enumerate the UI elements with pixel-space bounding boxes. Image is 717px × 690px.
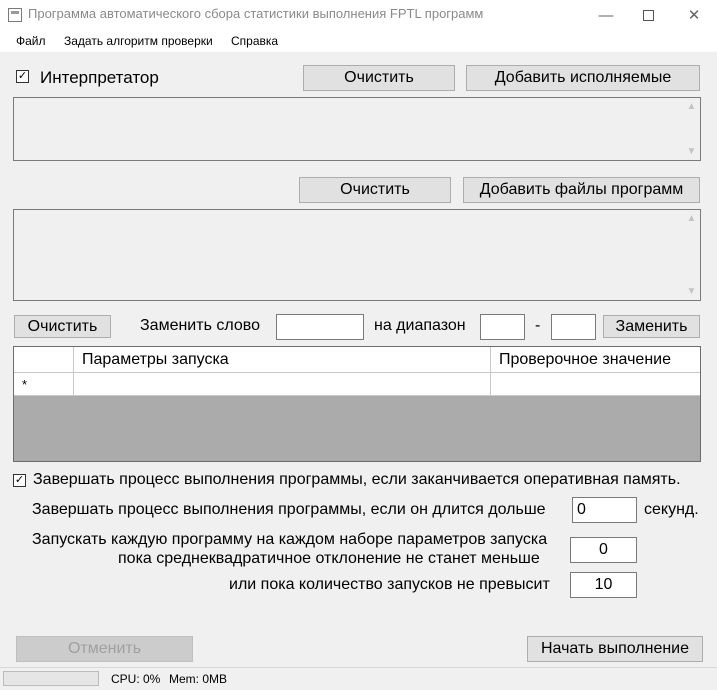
range-dash: - bbox=[535, 317, 541, 334]
range-label: на диапазон bbox=[374, 317, 466, 334]
timeout-label: Завершать процесс выполнения программы, … bbox=[32, 501, 546, 518]
clear-params-button[interactable]: Очистить bbox=[14, 315, 111, 338]
cpu-usage: CPU: 0% bbox=[111, 672, 161, 686]
start-execution-button[interactable]: Начать выполнение bbox=[527, 636, 703, 662]
replace-word-label: Заменить слово bbox=[140, 317, 260, 334]
menu-set-check-algorithm[interactable]: Задать алгоритм проверки bbox=[64, 34, 213, 48]
scroll-down-icon[interactable]: ▼ bbox=[683, 283, 700, 300]
add-program-files-button[interactable]: Добавить файлы программ bbox=[463, 177, 700, 203]
repeat-label-line1: Запускать каждую программу на каждом наб… bbox=[32, 531, 548, 548]
range-from-input[interactable] bbox=[480, 314, 525, 340]
interpreters-scrollbar[interactable]: ▲ ▼ bbox=[683, 98, 700, 160]
clear-programs-button[interactable]: Очистить bbox=[299, 177, 451, 203]
stddev-input[interactable]: 0 bbox=[570, 537, 637, 563]
timeout-unit: секунд. bbox=[644, 501, 699, 518]
minimize-button[interactable]: — bbox=[583, 0, 629, 30]
max-runs-label: или пока количество запусков не превысит bbox=[229, 576, 550, 593]
interpreters-list[interactable]: ▲ ▼ bbox=[13, 97, 701, 161]
menu-help[interactable]: Справка bbox=[231, 34, 278, 48]
progress-bar bbox=[3, 671, 99, 686]
window-title: Программа автоматического сбора статисти… bbox=[28, 6, 484, 21]
range-to-input[interactable] bbox=[551, 314, 596, 340]
max-runs-input[interactable]: 10 bbox=[570, 572, 637, 598]
add-executables-button[interactable]: Добавить исполняемые bbox=[466, 65, 700, 91]
grid-header-check-value[interactable]: Проверочное значение bbox=[491, 347, 700, 373]
app-icon bbox=[8, 8, 22, 22]
grid-header-launch-params[interactable]: Параметры запуска bbox=[74, 347, 491, 373]
repeat-label-line2: пока среднеквадратичное отклонение не ст… bbox=[118, 550, 540, 567]
scroll-down-icon[interactable]: ▼ bbox=[683, 143, 700, 160]
maximize-button[interactable] bbox=[625, 0, 671, 30]
grid-new-row-marker: * bbox=[14, 373, 74, 396]
timeout-input[interactable]: 0 bbox=[572, 497, 637, 523]
scroll-up-icon[interactable]: ▲ bbox=[683, 98, 700, 115]
close-button[interactable]: ✕ bbox=[671, 0, 717, 30]
replace-button[interactable]: Заменить bbox=[603, 315, 700, 338]
grid-cell-check-value[interactable] bbox=[491, 373, 700, 396]
cancel-button[interactable]: Отменить bbox=[16, 636, 193, 662]
grid-row-header-corner bbox=[14, 347, 74, 373]
clear-interpreters-button[interactable]: Очистить bbox=[303, 65, 455, 91]
grid-cell-launch-params[interactable] bbox=[74, 373, 491, 396]
interpreter-checkbox[interactable]: ✓ bbox=[16, 70, 29, 83]
kill-on-memory-label: Завершать процесс выполнения программы, … bbox=[33, 471, 681, 488]
kill-on-memory-checkbox[interactable]: ✓ bbox=[13, 474, 26, 487]
status-bar bbox=[0, 667, 717, 690]
scroll-up-icon[interactable]: ▲ bbox=[683, 210, 700, 227]
replace-word-input[interactable] bbox=[276, 314, 364, 340]
interpreter-label: Интерпретатор bbox=[40, 68, 159, 87]
maximize-icon bbox=[642, 9, 654, 21]
menu-file[interactable]: Файл bbox=[16, 34, 46, 48]
programs-scrollbar[interactable]: ▲ ▼ bbox=[683, 210, 700, 300]
memory-usage: Mem: 0MB bbox=[169, 672, 228, 686]
programs-list[interactable]: ▲ ▼ bbox=[13, 209, 701, 301]
params-grid[interactable]: Параметры запуска Проверочное значение * bbox=[13, 346, 701, 462]
